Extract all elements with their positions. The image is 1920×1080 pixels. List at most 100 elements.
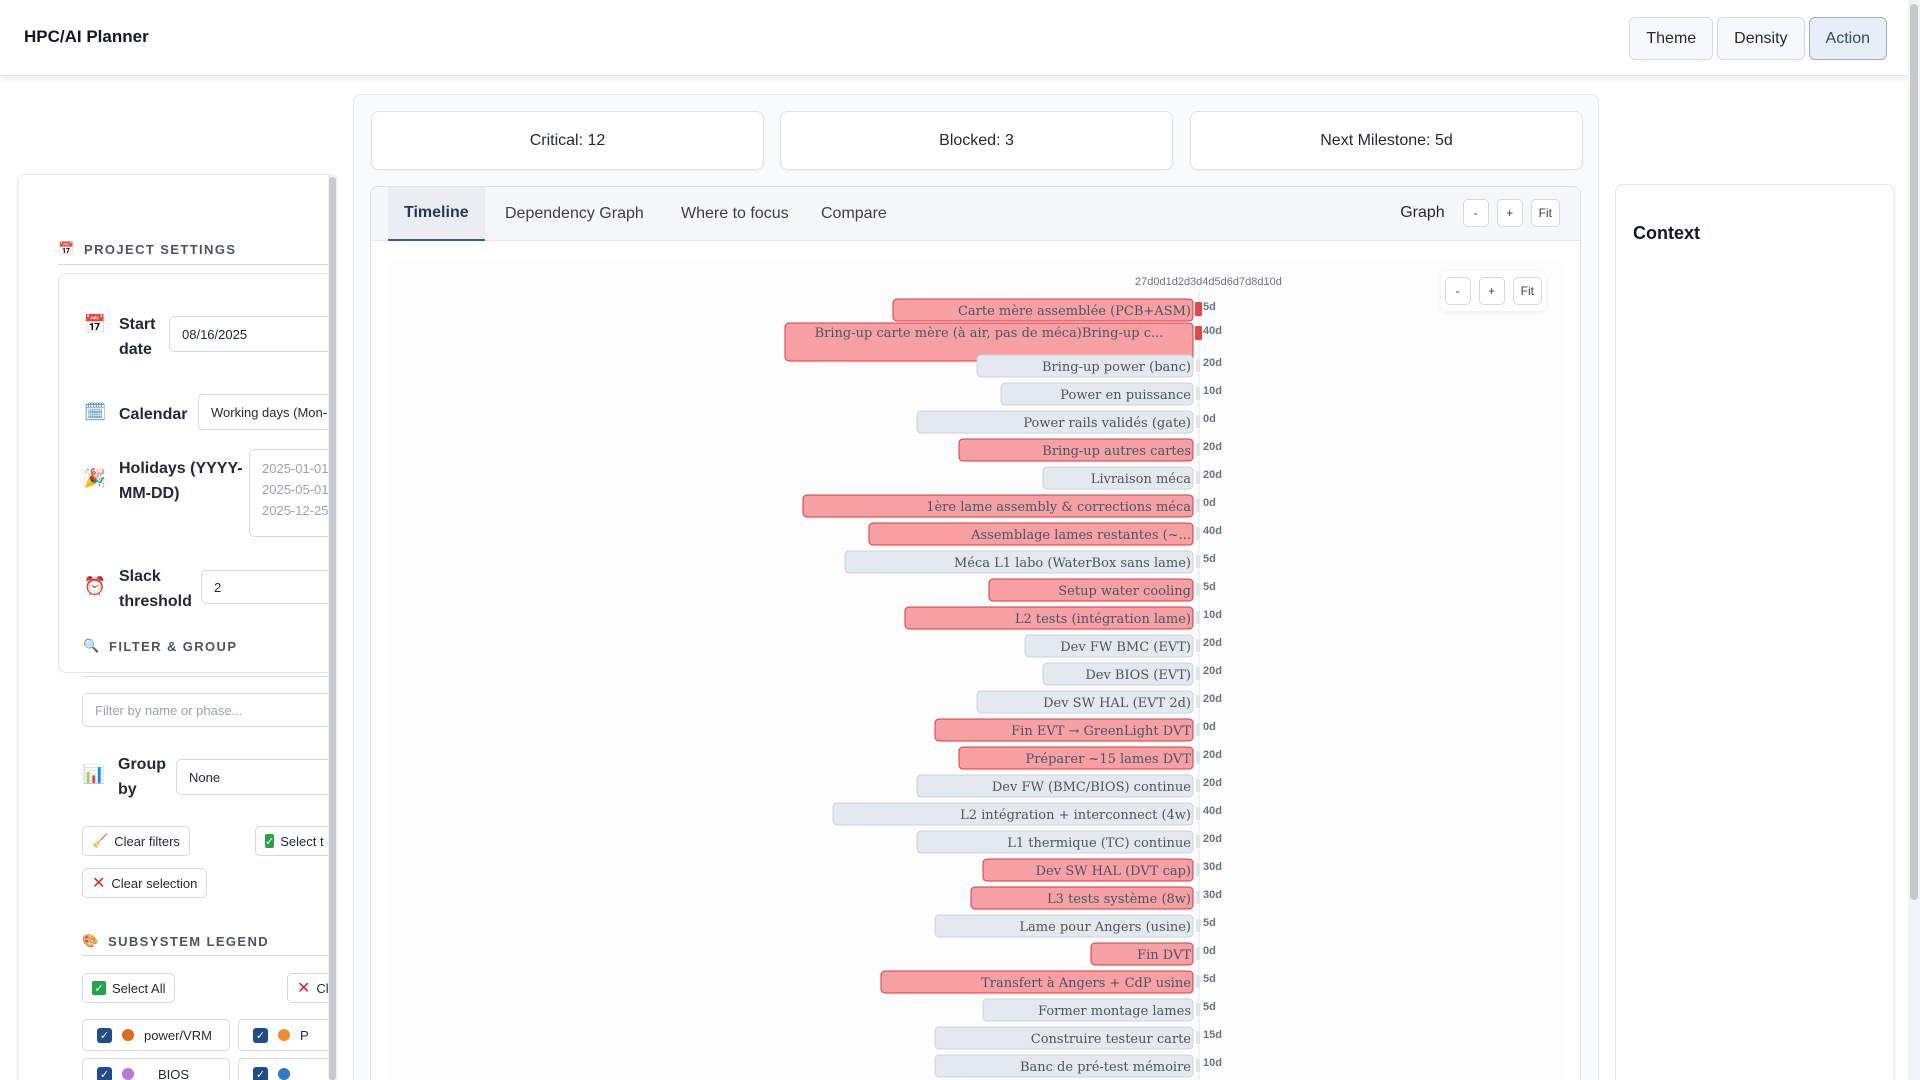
- graph-fit-button[interactable]: Fit: [1530, 199, 1560, 227]
- timeline-canvas[interactable]: 27d0d1d2d3d4d5d6d7d8d10d Carte mère assem…: [388, 259, 1563, 1080]
- gantt-bar-label: L2 intégration + interconnect (4w): [960, 808, 1191, 823]
- canvas-zoom-in-button[interactable]: +: [1478, 277, 1505, 305]
- gantt-bar-label: Power rails validés (gate): [1023, 416, 1191, 431]
- critical-marker: [1195, 302, 1202, 316]
- calendar-row: 🗓 Calendar: [83, 402, 188, 427]
- tab-timeline[interactable]: Timeline: [388, 187, 485, 241]
- slack-marker: [1196, 751, 1200, 764]
- gantt-duration-label: 5d: [1203, 581, 1216, 593]
- gantt-duration-label: 20d: [1203, 749, 1222, 761]
- slack-marker: [1196, 499, 1200, 512]
- slack-marker: [1196, 835, 1200, 848]
- slack-marker: [1196, 359, 1200, 372]
- legend-item-p[interactable]: ✓ P: [238, 1019, 332, 1051]
- start-date-input[interactable]: 08/16/2025: [169, 316, 336, 352]
- palette-icon: 🎨: [82, 933, 100, 948]
- slack-threshold-label: Slack threshold: [119, 568, 192, 610]
- slack-marker: [1196, 667, 1200, 680]
- calendar-label: Calendar: [119, 406, 188, 423]
- slack-marker: [1196, 947, 1200, 960]
- color-swatch: [122, 1029, 134, 1041]
- app-title: HPC/AI Planner: [24, 27, 149, 46]
- legend-item-bios[interactable]: ✓ BIOS: [82, 1058, 230, 1080]
- gantt-duration-label: 20d: [1203, 665, 1222, 677]
- gantt-duration-label: 30d: [1203, 861, 1222, 873]
- calendar-icon: 📅: [83, 314, 107, 334]
- gantt-bar-label: L2 tests (intégration lame): [1015, 612, 1191, 627]
- gantt-bar-label: Transfert à Angers + CdP usine: [981, 976, 1191, 991]
- broom-icon: 🧹: [92, 833, 109, 848]
- top-actions: Theme Density Action: [1629, 17, 1887, 60]
- graph-zoom-in-button[interactable]: +: [1496, 199, 1523, 227]
- divider: [82, 676, 332, 677]
- group-by-select[interactable]: None: [176, 759, 332, 795]
- canvas-fit-button[interactable]: Fit: [1512, 277, 1542, 305]
- canvas-zoom-controls: - + Fit: [1440, 271, 1546, 311]
- filter-group-heading: 🔍 FILTER & GROUP: [83, 638, 238, 654]
- gantt-bar-label: Bring-up autres cartes: [1042, 444, 1191, 459]
- page-scrollbar[interactable]: [1908, 0, 1920, 1080]
- canvas-zoom-out-button[interactable]: -: [1444, 277, 1471, 305]
- gantt-bar-label: 1ère lame assembly & corrections méca: [926, 500, 1191, 515]
- gantt-duration-label: 5d: [1203, 973, 1216, 985]
- graph-zoom-out-button[interactable]: -: [1462, 199, 1489, 227]
- density-button[interactable]: Density: [1717, 17, 1805, 60]
- select-all-subsystems-button[interactable]: ✓ Select All: [82, 973, 176, 1003]
- tab-where-to-focus[interactable]: Where to focus: [665, 187, 805, 241]
- gantt-duration-label: 20d: [1203, 777, 1222, 789]
- select-critical-button[interactable]: ✓ Select t: [255, 826, 332, 856]
- clear-selection-button[interactable]: ✕ Clear selection: [82, 868, 208, 898]
- action-button[interactable]: Action: [1808, 17, 1887, 60]
- gantt-duration-label: 5d: [1203, 1001, 1216, 1013]
- slack-marker: [1196, 639, 1200, 652]
- checkbox-checked-icon: ✓: [97, 1066, 112, 1080]
- context-panel: Context: [1615, 184, 1895, 1080]
- color-swatch: [122, 1068, 134, 1080]
- calendar-grid-icon: 🗓: [83, 402, 107, 422]
- checkbox-checked-icon: ✓: [253, 1066, 268, 1080]
- legend-item-power-vrm[interactable]: ✓ power/VRM: [82, 1019, 230, 1051]
- theme-button[interactable]: Theme: [1629, 17, 1714, 60]
- clear-filters-button[interactable]: 🧹 Clear filters: [82, 826, 190, 856]
- checkmark-icon: ✓: [265, 834, 275, 848]
- clear-all-subsystems-button[interactable]: ✕ Cl: [287, 973, 332, 1003]
- critical-marker: [1195, 326, 1202, 340]
- calendar-select[interactable]: Working days (Mon-: [198, 394, 336, 430]
- tab-compare[interactable]: Compare: [805, 187, 903, 241]
- slack-marker: [1196, 695, 1200, 708]
- slack-marker: [1196, 863, 1200, 876]
- slack-threshold-input[interactable]: 2: [201, 570, 336, 604]
- gantt-bar-label: Construire testeur carte: [1031, 1032, 1192, 1047]
- gantt-duration-label: 40d: [1203, 325, 1222, 337]
- gantt-duration-label: 10d: [1203, 1057, 1222, 1069]
- group-by-label: Group by: [118, 756, 166, 798]
- gantt-duration-label: 15d: [1203, 1029, 1222, 1041]
- gantt-duration-label: 0d: [1203, 497, 1216, 509]
- start-date-label: Start date: [119, 316, 156, 358]
- gantt-chart: 27d0d1d2d3d4d5d6d7d8d10d Carte mère assem…: [784, 276, 1282, 1080]
- sidebar-scrollbar[interactable]: [328, 175, 337, 1080]
- slack-marker: [1196, 471, 1200, 484]
- holidays-textarea[interactable]: 2025-01-01, 2025-05-01, 2025-12-25: [249, 449, 336, 537]
- gantt-bar-label: Bring-up power (banc): [1042, 360, 1191, 375]
- magnifier-icon: 🔍: [83, 638, 101, 653]
- filter-input[interactable]: Filter by name or phase...: [82, 693, 332, 727]
- slack-marker: [1196, 1003, 1200, 1016]
- legend-item-4[interactable]: ✓: [238, 1058, 332, 1080]
- gantt-bar-label: Power en puissance: [1060, 388, 1191, 403]
- close-icon: ✕: [92, 875, 106, 892]
- slack-marker: [1196, 1059, 1200, 1072]
- graph-label: Graph: [1400, 204, 1445, 221]
- gantt-bar-label: Livraison méca: [1091, 472, 1192, 487]
- gantt-duration-label: 5d: [1203, 917, 1216, 929]
- gantt-bar-label: Fin DVT: [1137, 948, 1191, 963]
- slack-marker: [1196, 415, 1200, 428]
- tab-dependency-graph[interactable]: Dependency Graph: [489, 187, 660, 241]
- gantt-bar-label: Dev BIOS (EVT): [1085, 668, 1191, 683]
- graph-controls: Graph - + Fit: [1400, 199, 1560, 227]
- slack-marker: [1196, 555, 1200, 568]
- tab-bar: Timeline Dependency Graph Where to focus…: [371, 187, 1580, 241]
- gantt-bar-label: Carte mère assemblée (PCB+ASM): [958, 304, 1191, 319]
- gantt-bar-label: Fin EVT → GreenLight DVT: [1011, 724, 1191, 739]
- holidays-row: 🎉 Holidays (YYYY-MM-DD): [83, 456, 249, 506]
